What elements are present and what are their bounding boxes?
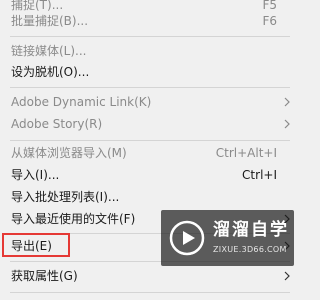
menu-item-label: 设为脱机(O)... (11, 65, 90, 79)
menu-separator (10, 87, 290, 88)
menu-item-import-batch-list[interactable]: 导入批处理列表(I)... (0, 186, 300, 208)
menu-item-label: 获取属性(G) (11, 269, 78, 283)
menu-item-label: Adobe Story(R) (11, 117, 103, 131)
menu-separator (10, 36, 290, 37)
menu-item-adobe-dynamic-link[interactable]: Adobe Dynamic Link(K) (0, 91, 300, 113)
menu-item-import[interactable]: 导入(I)... Ctrl+I (0, 164, 300, 186)
menu-item-label: 批量捕捉(B)... (11, 14, 89, 28)
menu-item-label: 导入(I)... (11, 168, 60, 182)
menu-item-adobe-story[interactable]: Adobe Story(R) (0, 113, 300, 135)
menu-item-shortcut: F6 (262, 14, 277, 28)
menu-item-get-properties[interactable]: 获取属性(G) (0, 265, 300, 287)
menu-item-label: 链接媒体(L)... (11, 44, 87, 58)
menu-item-label: Adobe Dynamic Link(K) (11, 95, 152, 109)
menu-item-import-from-media-browser[interactable]: 从媒体浏览器导入(M) Ctrl+Alt+I (0, 142, 300, 164)
menu-item-batch-capture[interactable]: 批量捕捉(B)... F6 (0, 10, 300, 32)
menu-item-shortcut: Ctrl+Alt+I (215, 146, 277, 160)
menu-item-make-offline[interactable]: 设为脱机(O)... (0, 61, 300, 83)
menu-separator (10, 140, 290, 141)
watermark-title: 溜溜自学 (213, 220, 289, 240)
chevron-right-icon (282, 91, 292, 113)
menu-separator (10, 292, 290, 293)
chevron-right-icon (282, 113, 292, 135)
watermark-url: ZIXUE.3D66.COM (213, 245, 287, 254)
menu-item-link-media[interactable]: 链接媒体(L)... (0, 40, 300, 62)
menu-item-label: 导入最近使用的文件(F) (11, 212, 136, 226)
play-logo-icon (169, 220, 205, 256)
watermark: 溜溜自学 ZIXUE.3D66.COM (161, 210, 294, 266)
chevron-right-icon (282, 265, 292, 287)
menu-item-label: 从媒体浏览器导入(M) (11, 146, 127, 160)
menu-item-label: 导出(E) (11, 239, 52, 253)
menu-item-label: 导入批处理列表(I)... (11, 190, 120, 204)
menu-item-shortcut: Ctrl+I (242, 168, 277, 182)
